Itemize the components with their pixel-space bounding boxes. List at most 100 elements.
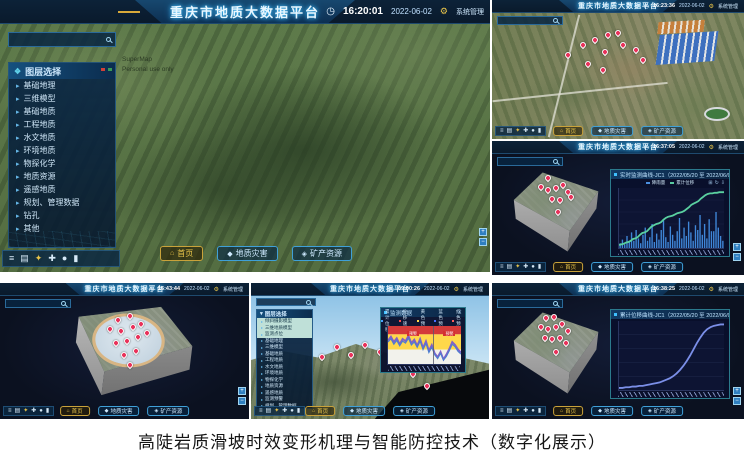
stats-chart-icon[interactable]: ▮ xyxy=(538,264,541,270)
monitoring-point-pin[interactable] xyxy=(591,36,599,44)
measure-tool-icon[interactable]: ✚ xyxy=(523,408,528,414)
legend-list-icon[interactable]: ≡ xyxy=(500,264,504,270)
gear-icon[interactable]: ⚙ xyxy=(709,286,714,293)
search-input[interactable] xyxy=(498,300,551,307)
monitoring-point-pin[interactable] xyxy=(601,47,609,55)
terrain-block-3d[interactable] xyxy=(56,303,198,401)
system-admin-link[interactable]: 系统管理 xyxy=(463,286,483,293)
nav-button-mineral[interactable]: ◈矿产资源 xyxy=(393,406,435,416)
compass-tool-icon[interactable]: ✦ xyxy=(23,408,28,414)
layer-item[interactable]: ▸工程地质 xyxy=(9,118,115,131)
layers-icon[interactable]: ▤ xyxy=(507,128,513,134)
layers-icon[interactable]: ▤ xyxy=(20,254,29,263)
nav-button-geohazard[interactable]: ◆地质灾害 xyxy=(217,246,277,261)
nav-button-geohazard[interactable]: ◆地质灾害 xyxy=(98,406,140,416)
monitoring-point-pin[interactable] xyxy=(347,350,355,358)
measure-tool-icon[interactable]: ✚ xyxy=(523,264,528,270)
monitoring-point-pin[interactable] xyxy=(639,56,647,64)
monitoring-point-pin[interactable] xyxy=(563,51,571,59)
zoom-in-button[interactable]: + xyxy=(238,387,246,395)
system-admin-link[interactable]: 系统管理 xyxy=(456,7,484,17)
layers-icon[interactable]: ▤ xyxy=(507,408,513,414)
zoom-out-button[interactable]: − xyxy=(733,253,741,261)
legend-list-icon[interactable]: ≡ xyxy=(9,254,14,263)
monitoring-point-pin[interactable] xyxy=(604,31,612,39)
monitoring-point-pin[interactable] xyxy=(599,66,607,74)
compass-tool-icon[interactable]: ✦ xyxy=(515,128,520,134)
system-admin-link[interactable]: 系统管理 xyxy=(223,286,243,293)
nav-button-home[interactable]: ⌂首页 xyxy=(60,406,90,416)
grid-toggle-icon[interactable]: ⊞ xyxy=(708,181,712,186)
globe-icon[interactable]: ● xyxy=(39,408,43,414)
nav-button-geohazard[interactable]: ◆地质灾害 xyxy=(591,126,633,136)
nav-button-mineral[interactable]: ◈矿产资源 xyxy=(292,246,352,261)
layers-icon[interactable]: ▤ xyxy=(266,408,272,414)
stats-chart-icon[interactable]: ▮ xyxy=(538,128,541,134)
nav-button-mineral[interactable]: ◈矿产资源 xyxy=(148,406,190,416)
layer-item[interactable]: ▸基础地理 xyxy=(9,79,115,92)
gear-icon[interactable]: ⚙ xyxy=(440,6,448,17)
search-icon[interactable] xyxy=(61,301,66,306)
compass-tool-icon[interactable]: ✦ xyxy=(274,408,279,414)
legend-list-icon[interactable]: ≡ xyxy=(259,408,263,414)
nav-button-mineral[interactable]: ◈矿产资源 xyxy=(641,262,683,272)
download-icon[interactable]: ⇩ xyxy=(721,181,725,186)
nav-button-home[interactable]: ⌂首页 xyxy=(160,246,203,261)
legend-list-icon[interactable]: ≡ xyxy=(8,408,12,414)
zoom-in-button[interactable]: + xyxy=(479,228,487,236)
gear-icon[interactable]: ⚙ xyxy=(214,286,219,293)
search-input[interactable] xyxy=(257,299,304,305)
search-input[interactable] xyxy=(498,17,551,24)
system-admin-link[interactable]: 系统管理 xyxy=(718,286,738,293)
zoom-in-button[interactable]: + xyxy=(733,387,741,395)
layer-item[interactable]: ▸钻孔 xyxy=(9,209,115,222)
layer-item[interactable]: ▸地质资源 xyxy=(9,170,115,183)
measure-tool-icon[interactable]: ✚ xyxy=(48,254,56,263)
search-input[interactable] xyxy=(6,300,59,307)
layer-item[interactable]: ▸环境地质 xyxy=(9,144,115,157)
measure-tool-icon[interactable]: ✚ xyxy=(523,128,528,134)
nav-button-home[interactable]: ⌂首页 xyxy=(553,126,583,136)
monitoring-point-pin[interactable] xyxy=(361,340,369,348)
measure-tool-icon[interactable]: ✚ xyxy=(31,408,36,414)
zoom-out-button[interactable]: − xyxy=(479,238,487,246)
layers-icon[interactable]: ▤ xyxy=(507,264,513,270)
zoom-out-button[interactable]: − xyxy=(238,397,246,405)
gear-icon[interactable]: ⚙ xyxy=(709,144,714,151)
monitoring-point-pin[interactable] xyxy=(614,28,622,36)
stats-chart-icon[interactable]: ▮ xyxy=(538,408,541,414)
search-icon[interactable] xyxy=(553,301,558,306)
measure-tool-icon[interactable]: ✚ xyxy=(282,408,287,414)
terrain-block-3d[interactable] xyxy=(510,309,606,397)
globe-icon[interactable]: ● xyxy=(62,254,67,263)
legend-list-icon[interactable]: ≡ xyxy=(500,408,504,414)
search-icon[interactable] xyxy=(553,159,558,164)
layer-item[interactable]: ▸规划、管理数据 xyxy=(9,196,115,209)
layer-item[interactable]: ▸物探化学 xyxy=(9,157,115,170)
monitoring-point-pin[interactable] xyxy=(318,353,326,361)
layer-item[interactable]: ▸遥感地质 xyxy=(9,183,115,196)
globe-icon[interactable]: ● xyxy=(290,408,294,414)
nav-button-mineral[interactable]: ◈矿产资源 xyxy=(641,406,683,416)
monitoring-point-pin[interactable] xyxy=(578,41,586,49)
terrain-block-3d[interactable] xyxy=(510,169,606,255)
globe-icon[interactable]: ● xyxy=(531,408,535,414)
satellite-map-site[interactable] xyxy=(492,13,744,139)
refresh-icon[interactable]: ↻ xyxy=(715,181,719,186)
stats-chart-icon[interactable]: ▮ xyxy=(46,408,49,414)
layer-item[interactable]: ▸基础地质 xyxy=(9,105,115,118)
zoom-in-button[interactable]: + xyxy=(733,243,741,251)
compass-tool-icon[interactable]: ✦ xyxy=(515,264,520,270)
nav-button-geohazard[interactable]: ◆地质灾害 xyxy=(591,406,633,416)
search-icon[interactable] xyxy=(106,37,111,42)
nav-button-home[interactable]: ⌂首页 xyxy=(305,406,335,416)
nav-button-home[interactable]: ⌂首页 xyxy=(553,262,583,272)
monitoring-point-pin[interactable] xyxy=(332,343,340,351)
layer-item[interactable]: ▸三维模型 xyxy=(9,92,115,105)
nav-button-mineral[interactable]: ◈矿产资源 xyxy=(641,126,683,136)
nav-button-home[interactable]: ⌂首页 xyxy=(553,406,583,416)
system-admin-link[interactable]: 系统管理 xyxy=(718,144,738,151)
system-admin-link[interactable]: 系统管理 xyxy=(718,3,738,10)
nav-button-geohazard[interactable]: ◆地质灾害 xyxy=(343,406,385,416)
zoom-out-button[interactable]: − xyxy=(733,397,741,405)
